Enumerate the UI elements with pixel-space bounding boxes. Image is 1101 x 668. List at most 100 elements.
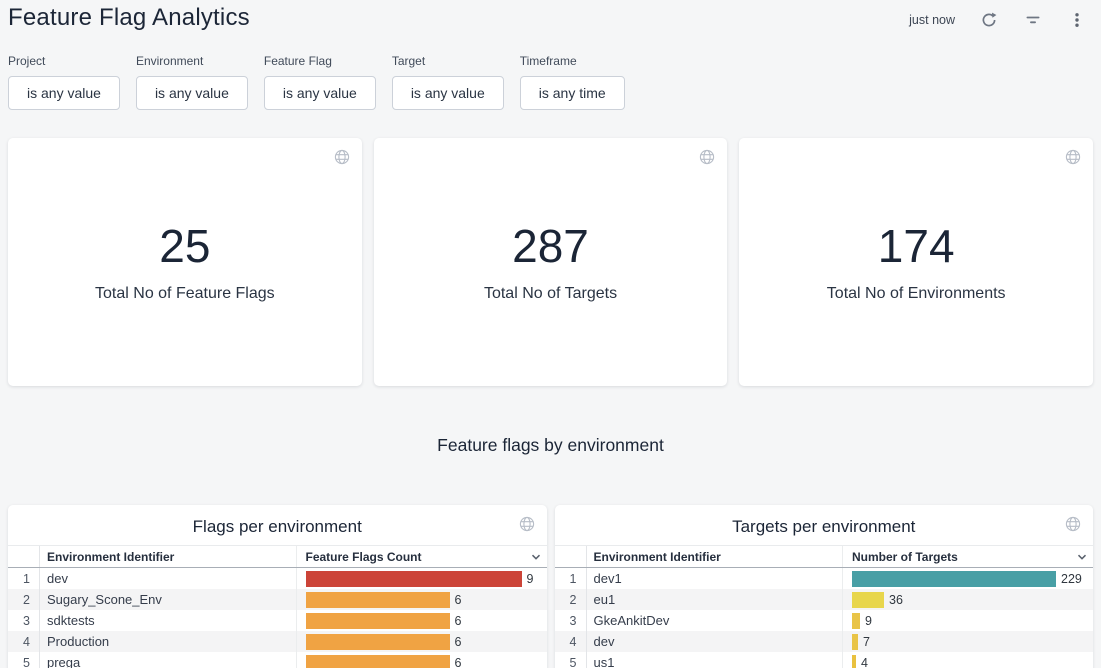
globe-icon[interactable] bbox=[1065, 149, 1081, 170]
identifier-column-header[interactable]: Environment Identifier bbox=[40, 546, 296, 567]
filter-group: Target is any value bbox=[392, 54, 504, 110]
identifier-cell[interactable]: eu1 bbox=[587, 589, 843, 610]
value-column-header[interactable]: Feature Flags Count bbox=[296, 546, 547, 567]
row-number-cell: 3 bbox=[8, 610, 40, 631]
value-cell[interactable]: 7 bbox=[842, 631, 1093, 652]
kpi-card: 174 Total No of Environments bbox=[739, 138, 1093, 386]
filter-value-button-target[interactable]: is any value bbox=[392, 76, 504, 110]
identifier-cell[interactable]: sdktests bbox=[40, 610, 296, 631]
value-bar bbox=[852, 592, 884, 608]
table-header-row: Environment Identifier Feature Flags Cou… bbox=[8, 545, 547, 568]
filter-label: Project bbox=[8, 54, 120, 68]
identifier-column-header[interactable]: Environment Identifier bbox=[587, 546, 843, 567]
value-cell[interactable]: 6 bbox=[296, 610, 547, 631]
section-title: Feature flags by environment bbox=[0, 434, 1101, 456]
kpi-card: 287 Total No of Targets bbox=[374, 138, 728, 386]
value-label: 36 bbox=[889, 593, 903, 607]
filter-value-button-project[interactable]: is any value bbox=[8, 76, 120, 110]
value-cell[interactable]: 6 bbox=[296, 652, 547, 668]
value-label: 4 bbox=[861, 656, 868, 668]
value-cell[interactable]: 229 bbox=[842, 568, 1093, 589]
row-number-cell: 5 bbox=[8, 652, 40, 668]
row-number-cell: 2 bbox=[8, 589, 40, 610]
data-table: Environment Identifier Feature Flags Cou… bbox=[8, 545, 547, 668]
value-label: 9 bbox=[865, 614, 872, 628]
identifier-cell[interactable]: dev bbox=[40, 568, 296, 589]
row-number-cell: 4 bbox=[8, 631, 40, 652]
table-header-row: Environment Identifier Number of Targets bbox=[555, 545, 1094, 568]
kpi-value: 25 bbox=[159, 221, 210, 272]
kpi-card: 25 Total No of Feature Flags bbox=[8, 138, 362, 386]
globe-icon[interactable] bbox=[699, 149, 715, 170]
value-cell[interactable]: 9 bbox=[296, 568, 547, 589]
table-row: 3 sdktests 6 bbox=[8, 610, 547, 631]
filter-value-button-timeframe[interactable]: is any time bbox=[520, 76, 625, 110]
refresh-icon[interactable] bbox=[979, 10, 999, 30]
filter-value-button-environment[interactable]: is any value bbox=[136, 76, 248, 110]
row-number-cell: 2 bbox=[555, 589, 587, 610]
value-cell[interactable]: 4 bbox=[842, 652, 1093, 668]
filter-icon[interactable] bbox=[1023, 10, 1043, 30]
identifier-cell[interactable]: GkeAnkitDev bbox=[587, 610, 843, 631]
value-column-header-label: Feature Flags Count bbox=[306, 550, 422, 564]
value-bar bbox=[852, 613, 860, 629]
filter-value-button-feature-flag[interactable]: is any value bbox=[264, 76, 376, 110]
value-label: 6 bbox=[455, 593, 462, 607]
filter-group: Project is any value bbox=[8, 54, 120, 110]
table-row: 2 Sugary_Scone_Env 6 bbox=[8, 589, 547, 610]
value-cell[interactable]: 6 bbox=[296, 589, 547, 610]
filter-group: Environment is any value bbox=[136, 54, 248, 110]
table-title: Flags per environment bbox=[8, 505, 547, 538]
table-row: 4 dev 7 bbox=[555, 631, 1094, 652]
table-row: 5 prega 6 bbox=[8, 652, 547, 668]
globe-icon[interactable] bbox=[334, 149, 350, 170]
filter-bar: Project is any value Environment is any … bbox=[8, 54, 1101, 110]
identifier-cell[interactable]: Production bbox=[40, 631, 296, 652]
value-bar bbox=[852, 634, 858, 650]
kpi-value: 287 bbox=[512, 221, 589, 272]
kpi-label: Total No of Targets bbox=[484, 285, 617, 303]
filter-group: Timeframe is any time bbox=[520, 54, 625, 110]
globe-icon[interactable] bbox=[1065, 516, 1081, 537]
last-updated-text: just now bbox=[909, 13, 955, 27]
value-bar bbox=[306, 571, 522, 587]
identifier-cell[interactable]: Sugary_Scone_Env bbox=[40, 589, 296, 610]
value-bar bbox=[306, 655, 450, 668]
chevron-down-icon[interactable] bbox=[529, 550, 543, 564]
table-card: Targets per environment Environment Iden… bbox=[555, 505, 1094, 668]
row-number-header bbox=[8, 546, 40, 567]
identifier-cell[interactable]: us1 bbox=[587, 652, 843, 668]
kebab-menu-icon[interactable] bbox=[1067, 10, 1087, 30]
value-bar bbox=[852, 655, 856, 668]
identifier-cell[interactable]: dev1 bbox=[587, 568, 843, 589]
table-row: 1 dev 9 bbox=[8, 568, 547, 589]
filter-label: Environment bbox=[136, 54, 248, 68]
row-number-cell: 4 bbox=[555, 631, 587, 652]
table-card: Flags per environment Environment Identi… bbox=[8, 505, 547, 668]
value-label: 6 bbox=[455, 656, 462, 668]
row-number-cell: 5 bbox=[555, 652, 587, 668]
globe-icon[interactable] bbox=[519, 516, 535, 537]
value-column-header[interactable]: Number of Targets bbox=[842, 546, 1093, 567]
kpi-row: 25 Total No of Feature Flags 287 Total N… bbox=[8, 138, 1093, 386]
row-number-cell: 3 bbox=[555, 610, 587, 631]
table-body: 1 dev 9 2 Sugary_Scone_Env 6 3 sdktests … bbox=[8, 568, 547, 668]
tables-row: Flags per environment Environment Identi… bbox=[8, 505, 1093, 668]
table-body: 1 dev1 229 2 eu1 36 3 GkeAnkitDev 9 4 de… bbox=[555, 568, 1094, 668]
table-row: 4 Production 6 bbox=[8, 631, 547, 652]
value-cell[interactable]: 6 bbox=[296, 631, 547, 652]
chevron-down-icon[interactable] bbox=[1075, 550, 1089, 564]
value-cell[interactable]: 9 bbox=[842, 610, 1093, 631]
row-number-cell: 1 bbox=[8, 568, 40, 589]
value-bar bbox=[306, 592, 450, 608]
value-bar bbox=[852, 571, 1056, 587]
value-cell[interactable]: 36 bbox=[842, 589, 1093, 610]
kpi-value: 174 bbox=[878, 221, 955, 272]
filter-label: Feature Flag bbox=[264, 54, 376, 68]
page-title: Feature Flag Analytics bbox=[8, 4, 250, 32]
data-table: Environment Identifier Number of Targets… bbox=[555, 545, 1094, 668]
identifier-cell[interactable]: dev bbox=[587, 631, 843, 652]
value-label: 6 bbox=[455, 614, 462, 628]
identifier-cell[interactable]: prega bbox=[40, 652, 296, 668]
kpi-label: Total No of Environments bbox=[827, 285, 1006, 303]
